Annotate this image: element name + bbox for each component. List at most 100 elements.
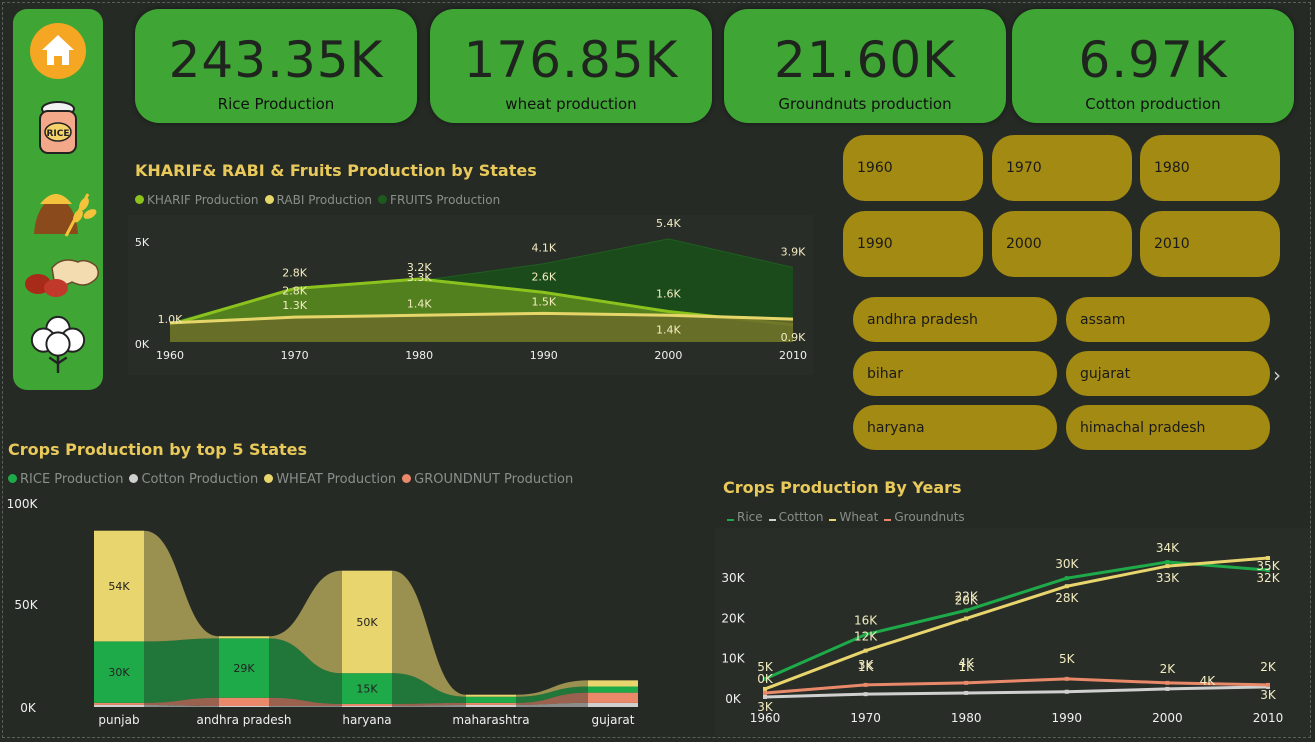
state-slicer-gujarat[interactable]: gujarat: [1066, 351, 1270, 396]
kpi-label: wheat production: [505, 95, 637, 113]
x-tick-label: andhra pradesh: [196, 713, 291, 727]
series-point: [863, 692, 868, 697]
series-point: [763, 694, 767, 699]
kpi-groundnut-card: 21.60K Groundnuts production: [724, 9, 1006, 123]
x-tick-label: 1980: [951, 711, 982, 725]
state-slicer-assam[interactable]: assam: [1066, 297, 1270, 342]
y-tick-label: 50K: [14, 598, 38, 612]
year-slicer-1970[interactable]: 1970: [992, 135, 1132, 201]
kpi-value: 21.60K: [774, 31, 956, 89]
year-slicer-1960[interactable]: 1960: [843, 135, 983, 201]
nav-groundnut[interactable]: [21, 247, 103, 307]
bar-segment: [588, 686, 638, 693]
area-data-label: 1.3K: [282, 299, 307, 312]
state-slicer-haryana[interactable]: haryana: [853, 405, 1057, 450]
bar-segment: [466, 694, 516, 697]
area-data-label: 3.9K: [781, 246, 806, 259]
state-slicer-himachal-pradesh[interactable]: himachal pradesh: [1066, 405, 1270, 450]
line-chart-bg: [715, 528, 1310, 736]
legend-line-rice: Rice: [727, 510, 763, 524]
bar-data-label: 29K: [233, 662, 255, 675]
x-tick-label: 1970: [850, 711, 881, 725]
line-data-label: 3K: [1260, 688, 1277, 702]
line-data-label: 20K: [955, 593, 979, 607]
x-tick-label: 2000: [654, 349, 682, 362]
line-data-label: 34K: [1156, 541, 1180, 555]
area-data-label: 1.4K: [407, 297, 432, 310]
x-tick-label: punjab: [98, 713, 139, 727]
line-data-label: 2K: [1160, 662, 1177, 676]
year-slicer-1980[interactable]: 1980: [1140, 135, 1280, 201]
series-point: [1165, 680, 1170, 685]
kpi-wheat-card: 176.85K wheat production: [430, 9, 712, 123]
area-chart-title: KHARIF& RABI & Fruits Production by Stat…: [135, 161, 537, 180]
ribbon-chart-title: Crops Production by top 5 States: [8, 440, 308, 459]
slicer-next-chevron-icon[interactable]: ›: [1273, 363, 1281, 387]
bar-data-label: 54K: [108, 580, 130, 593]
home-icon: [30, 23, 86, 79]
line-data-label: 28K: [1055, 591, 1079, 605]
area-chart: 5K0K2.8K3.3K 2.6K1.6K0.9K1.0K1.3K 1.4K 1.5K…: [128, 215, 813, 375]
series-point: [964, 690, 969, 695]
legend-rabi: RABI Production: [264, 193, 372, 207]
year-slicer-1990[interactable]: 1990: [843, 211, 983, 277]
bar-segment: [466, 704, 516, 707]
legend-wheat: WHEAT Production: [264, 472, 396, 487]
y-tick-label: 5K: [135, 236, 150, 249]
year-slicer-2000[interactable]: 2000: [992, 211, 1132, 277]
state-slicer-andhra-pradesh[interactable]: andhra pradesh: [853, 297, 1057, 342]
kpi-value: 6.97K: [1078, 31, 1228, 89]
y-tick-label: 10K: [721, 652, 745, 666]
x-tick-label: 2010: [779, 349, 807, 362]
cotton-icon: [30, 315, 86, 374]
y-tick-label: 20K: [721, 611, 745, 625]
x-tick-label: 1990: [1052, 711, 1083, 725]
nav-wheat[interactable]: [25, 177, 99, 237]
bar-segment: [94, 704, 144, 707]
nav-cotton[interactable]: [28, 314, 88, 374]
bar-segment: [588, 692, 638, 703]
series-point: [1064, 584, 1069, 589]
area-data-label: 2.8K: [282, 267, 307, 280]
area-data-label: 0.9K: [781, 331, 806, 344]
series-point: [1165, 560, 1170, 565]
area-data-label: 1.4K: [656, 323, 681, 336]
line-data-label: 2K: [1260, 660, 1277, 674]
bar-data-label: 15K: [356, 683, 378, 696]
y-tick-label: 0K: [20, 701, 37, 715]
area-data-label: 3.2K: [407, 261, 432, 274]
series-point: [1064, 576, 1069, 581]
x-tick-label: haryana: [342, 713, 391, 727]
line-data-label: 1K: [958, 660, 975, 674]
line-chart-legend: Rice Cottton Wheat Groundnuts: [727, 510, 965, 524]
line-chart-title: Crops Production By Years: [723, 478, 962, 497]
kpi-rice-card: 243.35K Rice Production: [135, 9, 417, 123]
legend-groundnut: GROUNDNUT Production: [402, 472, 573, 487]
bar-segment: [588, 702, 638, 707]
series-point: [863, 682, 868, 687]
x-tick-label: 2010: [1253, 711, 1284, 725]
area-data-label: 2.8K: [282, 285, 307, 298]
legend-cotton: Cotton Production: [129, 472, 258, 487]
bar-data-label: 50K: [356, 616, 378, 629]
bar-segment: [588, 680, 638, 687]
bar-segment: [342, 703, 392, 706]
series-point: [763, 686, 767, 691]
ribbon-band: [144, 638, 219, 703]
line-data-label: 1K: [858, 660, 875, 674]
x-tick-label: 1960: [156, 349, 184, 362]
series-point: [1064, 676, 1069, 681]
nav-rice[interactable]: RICE: [28, 97, 88, 157]
kpi-cotton-card: 6.97K Cotton production: [1012, 9, 1294, 123]
x-tick-label: 1970: [281, 349, 309, 362]
state-slicer-bihar[interactable]: bihar: [853, 351, 1057, 396]
line-data-label: 5K: [1059, 652, 1076, 666]
nav-home[interactable]: [28, 21, 88, 81]
area-chart-legend: KHARIF Production RABI Production FRUITS…: [135, 193, 500, 207]
line-chart: 0K10K20K30K5K16K22K30K34K32K3K0K12K20K 28…: [715, 528, 1310, 736]
series-point: [763, 690, 767, 695]
year-slicer-2010[interactable]: 2010: [1140, 211, 1280, 277]
bar-segment: [219, 636, 269, 639]
series-point: [1165, 686, 1170, 691]
x-tick-label: 1980: [405, 349, 433, 362]
